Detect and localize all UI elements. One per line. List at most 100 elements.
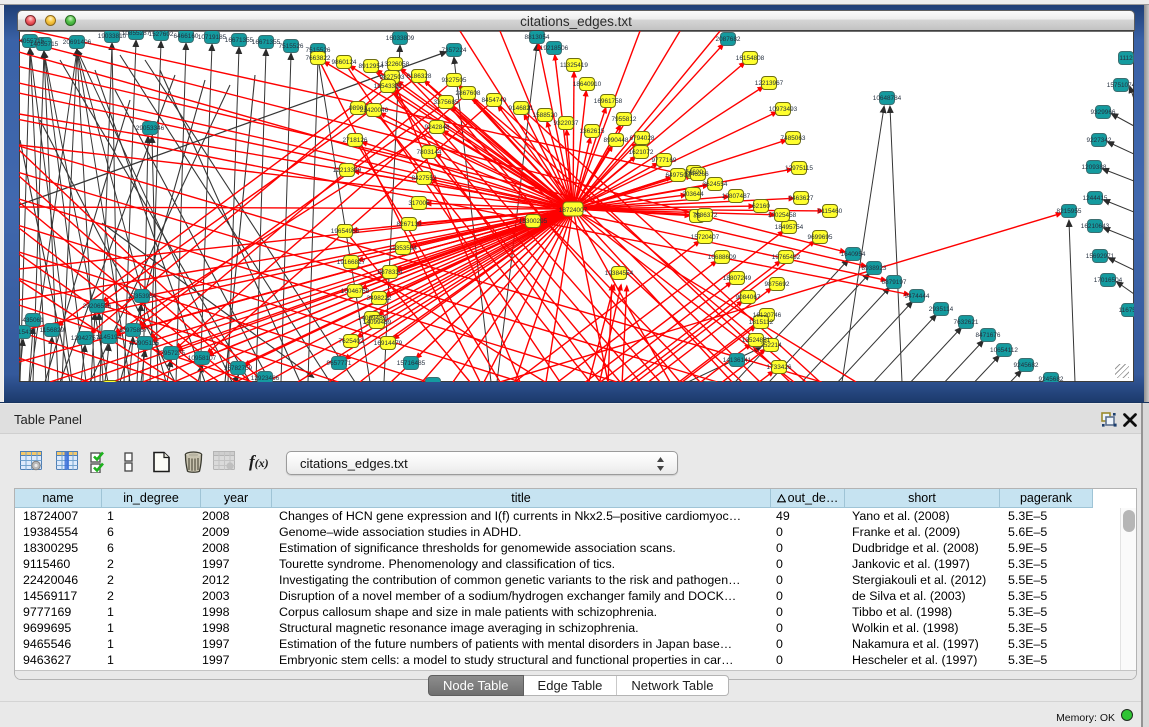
svg-text:10654112: 10654112	[990, 347, 1018, 354]
svg-text:1815112: 1815112	[749, 319, 774, 326]
svg-text:10807487: 10807487	[722, 193, 751, 200]
svg-text:9227342: 9227342	[1087, 137, 1112, 144]
svg-text:16914479: 16914479	[374, 340, 403, 347]
svg-text:9860124: 9860124	[332, 59, 357, 66]
svg-text:16033809: 16033809	[386, 35, 415, 42]
svg-text:16154808: 16154808	[736, 55, 765, 62]
svg-text:13226058: 13226058	[381, 61, 410, 68]
svg-text:203644: 203644	[682, 191, 704, 198]
svg-text:8427552: 8427552	[412, 175, 437, 182]
svg-text:9245682: 9245682	[1039, 376, 1064, 382]
svg-text:16120746: 16120746	[753, 312, 782, 319]
svg-text:1244415: 1244415	[1083, 195, 1108, 202]
svg-text:9322037: 9322037	[554, 120, 579, 127]
svg-text:7632621: 7632621	[954, 319, 979, 326]
svg-text:8813054: 8813054	[525, 34, 550, 41]
svg-text:6466160: 6466160	[174, 33, 199, 40]
svg-text:10046758: 10046758	[341, 288, 370, 295]
svg-text:18640910: 18640910	[573, 81, 602, 88]
svg-text:9777169: 9777169	[652, 157, 677, 164]
svg-text:10688609: 10688609	[708, 254, 737, 261]
svg-text:9146821: 9146821	[509, 105, 534, 112]
svg-text:317006: 317006	[408, 200, 430, 207]
svg-text:14136141: 14136141	[723, 357, 752, 364]
svg-text:18807249: 18807249	[723, 275, 752, 282]
svg-text:17016504: 17016504	[1094, 277, 1123, 284]
svg-text:3915411: 3915411	[19, 329, 36, 336]
svg-text:15692971: 15692971	[1086, 253, 1115, 260]
svg-text:1527602: 1527602	[149, 31, 174, 38]
svg-text:17957275: 17957275	[157, 350, 186, 357]
svg-text:9084067: 9084067	[736, 294, 761, 301]
svg-text:9875692: 9875692	[765, 281, 790, 288]
svg-text:12213967: 12213967	[755, 80, 784, 87]
svg-text:2087682: 2087682	[716, 36, 741, 43]
svg-text:6879197: 6879197	[882, 279, 907, 286]
svg-text:14099489: 14099489	[363, 319, 392, 326]
svg-text:1156829: 1156829	[40, 327, 65, 334]
svg-text:10855287: 10855287	[122, 31, 151, 37]
svg-text:18724007: 18724007	[559, 207, 588, 214]
svg-text:10025458: 10025458	[768, 212, 797, 219]
svg-text:16210643: 16210643	[1081, 223, 1110, 230]
svg-text:19654955: 19654955	[331, 228, 360, 235]
svg-text:6794028: 6794028	[630, 135, 655, 142]
svg-text:9463627: 9463627	[789, 195, 814, 202]
svg-text:9699695: 9699695	[808, 234, 833, 241]
svg-text:18300295: 18300295	[519, 218, 548, 225]
svg-text:20691406: 20691406	[63, 39, 92, 46]
svg-text:19765492: 19765492	[772, 254, 801, 261]
svg-text:2718126: 2718126	[343, 137, 368, 144]
svg-text:1362615: 1362615	[580, 128, 605, 135]
svg-text:8267130: 8267130	[397, 221, 422, 228]
svg-text:8990448: 8990448	[604, 137, 629, 144]
svg-text:7357224: 7357224	[442, 47, 467, 54]
svg-text:8471676: 8471676	[976, 332, 1001, 339]
svg-text:10973493: 10973493	[769, 106, 798, 113]
svg-text:10719185: 10719185	[198, 34, 227, 41]
svg-text:10958107: 10958107	[188, 355, 217, 362]
svg-text:8938923: 8938923	[862, 265, 887, 272]
svg-text:16671355: 16671355	[225, 37, 254, 44]
svg-text:3624554: 3624554	[703, 181, 728, 188]
svg-text:8454749: 8454749	[482, 97, 507, 104]
svg-text:2867608: 2867608	[456, 90, 481, 97]
svg-text:116753: 116753	[1119, 307, 1134, 314]
svg-text:1640954: 1640954	[841, 251, 866, 258]
svg-text:3498222: 3498222	[367, 295, 392, 302]
svg-text:435061: 435061	[22, 317, 44, 324]
svg-text:9245682: 9245682	[1014, 362, 1039, 369]
svg-text:9327505: 9327505	[442, 77, 467, 84]
svg-text:1733426: 1733426	[767, 364, 792, 371]
svg-text:1209388: 1209388	[1082, 164, 1107, 171]
svg-text:17353934: 17353934	[128, 293, 157, 300]
svg-text:9329966: 9329966	[1091, 109, 1116, 116]
svg-text:12923466: 12923466	[251, 375, 280, 382]
svg-text:12905135: 12905135	[131, 340, 160, 347]
svg-text:7485063: 7485063	[781, 135, 806, 142]
svg-text:1145194: 1145194	[97, 334, 122, 341]
svg-text:98901: 98901	[349, 105, 367, 112]
svg-text:8215955: 8215955	[1057, 208, 1082, 215]
svg-text:7515526: 7515526	[279, 43, 304, 50]
svg-text:15716485: 15716485	[397, 360, 426, 367]
svg-text:252214: 252214	[760, 342, 782, 349]
svg-text:16543382: 16543382	[374, 83, 403, 90]
svg-text:14055715: 14055715	[30, 41, 59, 48]
svg-text:9827503: 9827503	[380, 74, 405, 81]
svg-text:7515526: 7515526	[306, 47, 331, 54]
svg-text:7986372: 7986372	[693, 212, 718, 219]
svg-text:9657771: 9657771	[327, 360, 352, 367]
svg-text:16671355: 16671355	[252, 39, 281, 46]
svg-text:62160: 62160	[752, 203, 770, 210]
svg-text:2935114: 2935114	[929, 306, 954, 313]
svg-text:19384554: 19384554	[605, 270, 634, 277]
svg-text:3375685: 3375685	[434, 99, 459, 106]
svg-text:7625402: 7625402	[339, 338, 364, 345]
svg-text:12213389: 12213389	[333, 167, 362, 174]
svg-text:12942757: 12942757	[71, 335, 100, 342]
svg-text:7955812: 7955812	[612, 116, 637, 123]
svg-text:9474444: 9474444	[905, 293, 930, 300]
svg-text:18495754: 18495754	[775, 224, 804, 231]
svg-text:16961758: 16961758	[594, 98, 623, 105]
